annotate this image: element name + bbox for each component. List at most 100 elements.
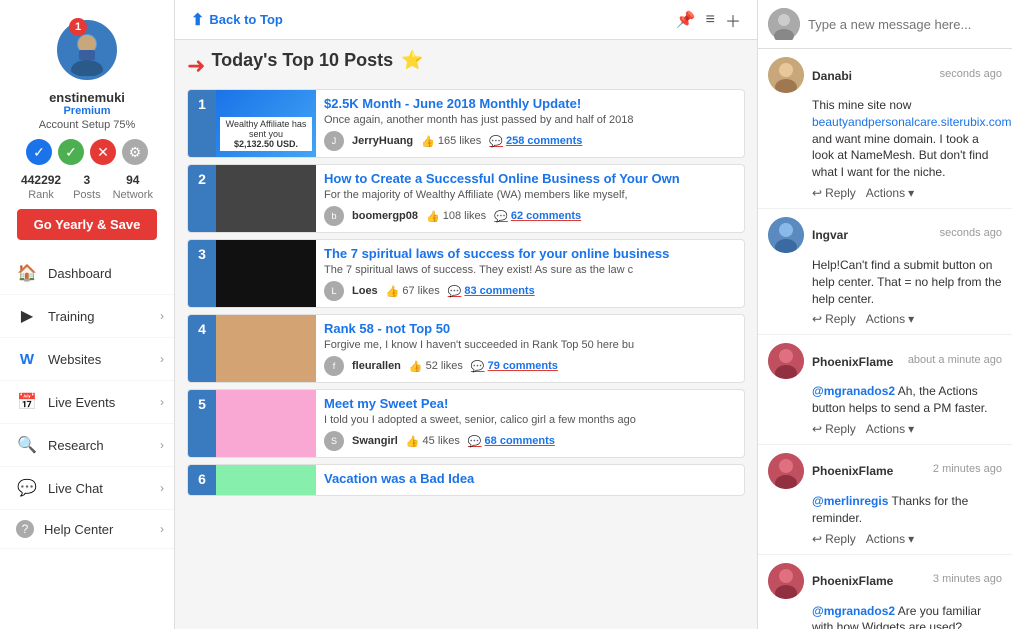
sidebar-item-label: Research <box>48 438 104 453</box>
main-topbar: ⬆ Back to Top 📌 ≡ ＋ <box>175 0 757 40</box>
post-thumbnail <box>216 165 316 232</box>
chat-message: Ingvar seconds ago Help!Can't find a sub… <box>758 209 1012 335</box>
status-icon-red[interactable]: ✕ <box>90 139 116 165</box>
premium-label: Premium <box>63 105 110 117</box>
post-comments[interactable]: 💬62 comments <box>494 210 581 223</box>
post-author: Swangirl <box>352 435 398 447</box>
reply-button[interactable]: ↩ Reply <box>812 532 856 546</box>
post-likes: 👍165 likes <box>421 135 481 148</box>
rank-item: 442292 Rank <box>21 173 61 201</box>
post-comments[interactable]: 💬258 comments <box>489 135 582 148</box>
filter-icon-button[interactable]: ≡ <box>706 11 715 29</box>
chat-msg-header: PhoenixFlame 2 minutes ago <box>768 453 1002 489</box>
sidebar-item-research[interactable]: 🔍 Research › <box>0 424 174 467</box>
chat-actions: ↩ Reply Actions ▾ <box>812 532 1002 546</box>
post-likes: 👍52 likes <box>409 360 463 373</box>
chat-msg-header: Ingvar seconds ago <box>768 217 1002 253</box>
post-title[interactable]: Vacation was a Bad Idea <box>324 471 736 486</box>
actions-dropdown-button[interactable]: Actions ▾ <box>866 422 914 436</box>
sidebar-item-help-center[interactable]: ? Help Center › <box>0 510 174 549</box>
section-title: Today's Top 10 Posts ⭐ <box>211 50 423 71</box>
sidebar-item-live-events[interactable]: 📅 Live Events › <box>0 381 174 424</box>
chat-time: seconds ago <box>940 68 1002 80</box>
post-comments[interactable]: 💬83 comments <box>448 285 535 298</box>
back-to-top-icon: ⬆ <box>191 10 204 30</box>
author-avatar: b <box>324 206 344 226</box>
rank-row: 442292 Rank 3 Posts 94 Network <box>21 173 153 201</box>
post-title[interactable]: Rank 58 - not Top 50 <box>324 321 736 336</box>
back-to-top-button[interactable]: ⬆ Back to Top <box>191 10 283 30</box>
sidebar-nav: 🏠 Dashboard ▶ Training › W Websites › 📅 … <box>0 252 174 549</box>
chat-message: Danabi seconds ago This mine site now be… <box>758 49 1012 209</box>
post-excerpt: For the majority of Wealthy Affiliate (W… <box>324 189 704 201</box>
add-icon-button[interactable]: ＋ <box>725 8 741 32</box>
chevron-icon: › <box>160 481 164 495</box>
chat-actions: ↩ Reply Actions ▾ <box>812 312 1002 326</box>
post-item: 6 Vacation was a Bad Idea <box>187 464 745 496</box>
post-thumbnail <box>216 240 316 307</box>
chevron-icon: › <box>160 438 164 452</box>
status-icon-check[interactable]: ✓ <box>26 139 52 165</box>
chat-time: 3 minutes ago <box>933 573 1002 585</box>
actions-dropdown-button[interactable]: Actions ▾ <box>866 532 914 546</box>
post-meta: L Loes 👍67 likes 💬83 comments <box>324 281 736 301</box>
chat-time: seconds ago <box>940 227 1002 239</box>
post-title[interactable]: $2.5K Month - June 2018 Monthly Update! <box>324 96 736 111</box>
post-title[interactable]: The 7 spiritual laws of success for your… <box>324 246 736 261</box>
post-body: Rank 58 - not Top 50 Forgive me, I know … <box>316 315 744 382</box>
chat-username: Danabi <box>812 69 852 83</box>
chat-msg-header: PhoenixFlame about a minute ago <box>768 343 1002 379</box>
arrow-indicator: ➜ <box>187 53 205 79</box>
status-icon-green[interactable]: ✓ <box>58 139 84 165</box>
sidebar-item-label: Live Events <box>48 395 115 410</box>
post-item: 4 Rank 58 - not Top 50 Forgive me, I kno… <box>187 314 745 383</box>
post-excerpt: I told you I adopted a sweet, senior, ca… <box>324 414 704 426</box>
sidebar-item-training[interactable]: ▶ Training › <box>0 295 174 338</box>
chevron-icon: › <box>160 522 164 536</box>
reply-button[interactable]: ↩ Reply <box>812 312 856 326</box>
avatar-area: 1 <box>57 10 117 85</box>
chat-avatar <box>768 343 804 379</box>
post-title[interactable]: How to Create a Successful Online Busine… <box>324 171 736 186</box>
websites-icon: W <box>16 348 38 370</box>
message-input[interactable] <box>808 17 1002 32</box>
sidebar-item-websites[interactable]: W Websites › <box>0 338 174 381</box>
sidebar-item-live-chat[interactable]: 💬 Live Chat › <box>0 467 174 510</box>
chevron-icon: › <box>160 309 164 323</box>
sidebar: 1 enstinemuki Premium Account Setup 75% … <box>0 0 175 629</box>
network-label: Network <box>113 189 153 201</box>
post-likes: 👍45 likes <box>406 435 460 448</box>
live-chat-icon: 💬 <box>16 477 38 499</box>
pin-icon-button[interactable]: 📌 <box>676 10 696 30</box>
actions-dropdown-button[interactable]: Actions ▾ <box>866 312 914 326</box>
network-item: 94 Network <box>113 173 153 201</box>
post-author: JerryHuang <box>352 135 413 147</box>
sidebar-item-dashboard[interactable]: 🏠 Dashboard <box>0 252 174 295</box>
username: enstinemuki <box>49 90 125 105</box>
live-events-icon: 📅 <box>16 391 38 413</box>
status-icon-lock[interactable]: ⚙ <box>122 139 148 165</box>
post-title[interactable]: Meet my Sweet Pea! <box>324 396 736 411</box>
chat-msg-header: PhoenixFlame 3 minutes ago <box>768 563 1002 599</box>
message-input-area <box>758 0 1012 49</box>
chat-avatar <box>768 57 804 93</box>
post-likes: 👍108 likes <box>426 210 486 223</box>
author-avatar: f <box>324 356 344 376</box>
chat-msg-info: PhoenixFlame 3 minutes ago <box>812 573 1002 588</box>
network-value: 94 <box>113 173 153 187</box>
reply-button[interactable]: ↩ Reply <box>812 422 856 436</box>
reply-button[interactable]: ↩ Reply <box>812 186 856 200</box>
go-yearly-button[interactable]: Go Yearly & Save <box>17 209 157 240</box>
chat-time: about a minute ago <box>908 354 1002 366</box>
notification-badge: 1 <box>69 18 87 36</box>
chat-link[interactable]: beautyandpersonalcare.siterubix.com <box>812 115 1011 129</box>
research-icon: 🔍 <box>16 434 38 456</box>
post-meta: f fleurallen 👍52 likes 💬79 comments <box>324 356 736 376</box>
actions-dropdown-button[interactable]: Actions ▾ <box>866 186 914 200</box>
post-item: 3 The 7 spiritual laws of success for yo… <box>187 239 745 308</box>
post-comments[interactable]: 💬79 comments <box>471 360 558 373</box>
sidebar-item-label: Websites <box>48 352 101 367</box>
post-number: 2 <box>188 165 216 232</box>
post-comments[interactable]: 💬68 comments <box>468 435 555 448</box>
chat-time: 2 minutes ago <box>933 463 1002 475</box>
